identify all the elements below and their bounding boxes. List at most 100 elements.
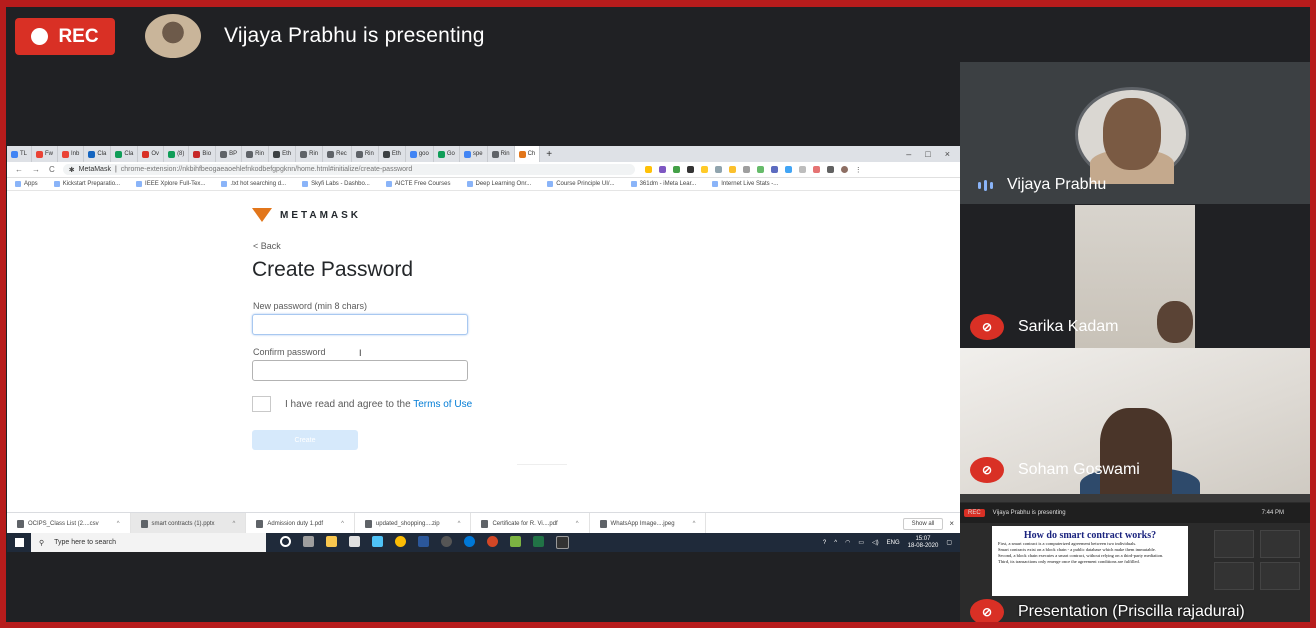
app-icon[interactable]	[441, 536, 452, 547]
browser-tab[interactable]: TL	[7, 146, 33, 162]
browser-tab[interactable]: Rin	[242, 146, 270, 162]
bookmark-item[interactable]: AICTE Free Courses	[385, 181, 451, 187]
browser-tab[interactable]: Fw	[32, 146, 59, 162]
bookmark-item[interactable]: Deep Learning Onr...	[466, 181, 531, 187]
windows-start-icon[interactable]	[7, 538, 31, 547]
close-icon[interactable]: ×	[949, 519, 954, 528]
help-icon[interactable]: ?	[823, 540, 826, 546]
extension-icon[interactable]	[686, 166, 694, 173]
language-indicator[interactable]: ENG	[887, 540, 900, 546]
url-field[interactable]: ✱ MetaMask | chrome-extension://nkbihfbe…	[62, 164, 635, 175]
reload-icon[interactable]: C	[49, 165, 55, 174]
extension-icon[interactable]	[700, 166, 708, 173]
chevron-up-icon[interactable]: ^	[233, 521, 236, 527]
participant-tile-soham[interactable]: ⊘ Soham Goswami	[960, 348, 1310, 494]
browser-tab[interactable]: Rin	[488, 146, 515, 162]
browser-tab[interactable]: Go	[434, 146, 460, 162]
terms-of-use-link[interactable]: Terms of Use	[413, 399, 472, 410]
chevron-up-icon[interactable]: ^	[576, 521, 579, 527]
volume-icon[interactable]: ◁)	[872, 539, 879, 546]
chevron-up-icon[interactable]: ^	[834, 540, 837, 546]
browser-tab[interactable]: Eth	[379, 146, 406, 162]
puzzle-icon[interactable]	[826, 166, 834, 173]
bookmark-item[interactable]: Kickstart Preparatio...	[53, 181, 120, 187]
download-item[interactable]: WhatsApp Image....jpeg ^	[590, 513, 707, 534]
word-icon[interactable]	[418, 536, 429, 547]
bookmark-item[interactable]: Apps	[15, 181, 38, 187]
bookmark-item[interactable]: IEEE Xplore Full-Tex...	[136, 181, 205, 187]
check-icon[interactable]	[672, 166, 680, 173]
close-icon[interactable]: ×	[945, 149, 950, 159]
extension-icon[interactable]	[658, 166, 666, 173]
mail-icon[interactable]	[372, 536, 383, 547]
store-icon[interactable]	[349, 536, 360, 547]
browser-tab[interactable]: Rin	[296, 146, 324, 162]
chevron-up-icon[interactable]: ^	[458, 521, 461, 527]
chevron-up-icon[interactable]: ^	[117, 521, 120, 527]
maximize-icon[interactable]: □	[925, 149, 930, 159]
participant-tile-sarika[interactable]: ⊘ Sarika Kadam	[960, 204, 1310, 348]
download-item[interactable]: OCIPS_Class List (2....csv ^	[7, 513, 131, 534]
download-item[interactable]: updated_shopping....zip ^	[355, 513, 472, 534]
more-menu-icon[interactable]: ⋮	[854, 166, 862, 174]
battery-icon[interactable]: ▭	[858, 539, 864, 546]
profile-avatar[interactable]	[840, 166, 848, 173]
minimize-icon[interactable]: –	[906, 149, 911, 159]
browser-tab[interactable]: spe	[460, 146, 488, 162]
browser-tab[interactable]: Eth	[269, 146, 297, 162]
bookmark-item[interactable]: Skyfi Labs - Dashbo...	[302, 181, 370, 187]
browser-tab[interactable]: Ov	[138, 146, 165, 162]
recording-button[interactable]: REC	[15, 18, 115, 55]
chrome-icon[interactable]	[395, 536, 406, 547]
terms-checkbox[interactable]	[252, 396, 271, 412]
bookmark-item[interactable]: Internet Live Stats -...	[712, 181, 778, 187]
extension-icon[interactable]	[756, 166, 764, 173]
participant-tile-vijaya[interactable]: Vijaya Prabhu	[960, 62, 1310, 204]
new-password-field[interactable]	[252, 314, 468, 335]
extension-icon[interactable]	[728, 166, 736, 173]
extension-icon[interactable]	[798, 166, 806, 173]
confirm-password-field[interactable]	[252, 360, 468, 381]
download-item[interactable]: Certificate for R. Vi....pdf ^	[471, 513, 590, 534]
forward-arrow-icon[interactable]: →	[32, 165, 40, 174]
download-item[interactable]: Admission duty 1.pdf ^	[246, 513, 355, 534]
star-icon[interactable]	[644, 166, 652, 173]
presentation-tile[interactable]: REC Vijaya Prabhu is presenting 7:44 PM …	[960, 494, 1310, 628]
browser-tab[interactable]: Cla	[84, 146, 112, 162]
browser-tab[interactable]: Rec	[323, 146, 352, 162]
back-link[interactable]: < Back	[253, 241, 281, 251]
cortana-icon[interactable]	[280, 536, 291, 547]
extension-icon[interactable]	[714, 166, 722, 173]
extension-icon[interactable]	[770, 166, 778, 173]
app-icon[interactable]	[510, 536, 521, 547]
file-explorer-icon[interactable]	[326, 536, 337, 547]
powerpoint-icon[interactable]	[487, 536, 498, 547]
show-all-button[interactable]: Show all	[902, 517, 944, 530]
browser-tab[interactable]: Rin	[352, 146, 379, 162]
terminal-icon[interactable]	[556, 536, 569, 549]
task-view-icon[interactable]	[303, 536, 314, 547]
taskbar-clock[interactable]: 15:07 18-08-2020	[908, 536, 939, 550]
edge-icon[interactable]	[464, 536, 475, 547]
bookmark-item[interactable]: Course Principle UI/...	[547, 181, 615, 187]
browser-tab[interactable]: (8)	[164, 146, 190, 162]
browser-tab[interactable]: Bio	[189, 146, 217, 162]
browser-tab[interactable]: Inb	[58, 146, 85, 162]
download-item[interactable]: smart contracts (1).pptx ^	[130, 513, 247, 534]
browser-tab[interactable]: BP	[216, 146, 243, 162]
browser-tab[interactable]: goo	[406, 146, 434, 162]
extension-icon[interactable]	[742, 166, 750, 173]
chevron-up-icon[interactable]: ^	[341, 521, 344, 527]
bookmark-item[interactable]: 361dm - iMeta Lear...	[630, 181, 696, 187]
new-tab-button[interactable]: +	[540, 149, 558, 160]
create-button[interactable]: Create	[252, 430, 358, 450]
notifications-icon[interactable]: ▢	[946, 539, 952, 546]
bookmark-item[interactable]: .txt hot searching d...	[221, 181, 286, 187]
extension-icon[interactable]	[784, 166, 792, 173]
back-arrow-icon[interactable]: ←	[15, 165, 23, 174]
taskbar-search[interactable]: ⚲ Type here to search	[31, 533, 266, 552]
extension-icon[interactable]	[812, 166, 820, 173]
browser-tab[interactable]: Ch	[514, 146, 541, 162]
network-icon[interactable]: ◠	[845, 539, 850, 546]
chevron-up-icon[interactable]: ^	[693, 521, 696, 527]
